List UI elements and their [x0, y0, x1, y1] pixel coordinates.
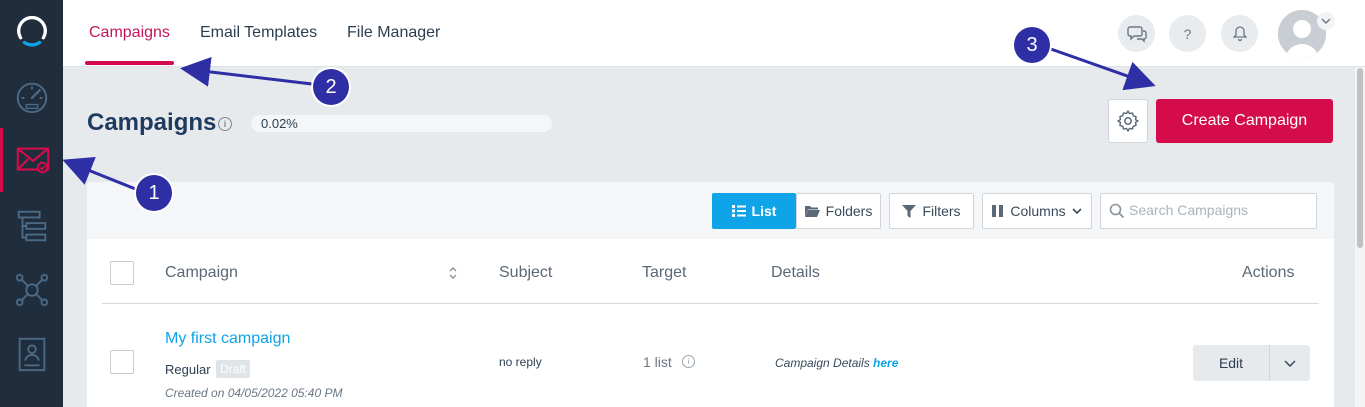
campaign-subject: no reply — [499, 355, 542, 369]
campaign-name-link[interactable]: My first campaign — [165, 330, 290, 348]
annotation-marker-2: 2 — [313, 69, 349, 105]
campaign-mail-icon — [16, 147, 50, 174]
row-checkbox[interactable] — [110, 350, 134, 374]
gear-icon — [1117, 110, 1139, 132]
usage-progress-bar: 0.02% — [251, 115, 552, 132]
page-scrollbar-thumb[interactable] — [1357, 68, 1363, 248]
sidebar-item-campaigns[interactable] — [0, 128, 63, 192]
sidebar-item-contacts[interactable] — [0, 322, 63, 386]
app-logo[interactable] — [0, 0, 63, 64]
campaign-details-link[interactable]: here — [873, 356, 898, 370]
campaign-type: Regular — [165, 362, 211, 377]
columns-dropdown[interactable]: Columns — [982, 193, 1092, 229]
columns-label: Columns — [1010, 203, 1066, 219]
campaigns-toolbar: List Folders Filters Columns — [87, 182, 1334, 239]
chevron-down-icon — [1072, 208, 1082, 214]
page-title: Campaigns — [87, 109, 217, 136]
automation-flow-icon — [17, 210, 46, 242]
tab-file-manager[interactable]: File Manager — [347, 24, 440, 42]
search-icon — [1109, 203, 1125, 219]
sidebar-item-dashboard[interactable] — [0, 64, 63, 128]
row-actions: Edit — [1193, 345, 1310, 381]
folders-view-button[interactable]: Folders — [796, 193, 881, 229]
filter-icon — [902, 204, 917, 218]
folder-open-icon — [804, 206, 820, 217]
annotation-marker-1: 1 — [136, 175, 172, 211]
search-input[interactable] — [1129, 202, 1309, 218]
bell-icon — [1232, 25, 1247, 41]
column-header-details: Details — [771, 264, 820, 281]
list-view-label: List — [751, 203, 777, 219]
chevron-down-icon — [1284, 359, 1296, 367]
dashboard-gauge-icon — [16, 82, 47, 114]
column-header-actions: Actions — [1242, 264, 1295, 281]
sort-icon[interactable] — [448, 266, 458, 280]
columns-icon — [992, 205, 1004, 217]
usage-progress-label: 0.02% — [261, 116, 298, 131]
info-icon[interactable]: i — [218, 117, 232, 131]
folders-view-label: Folders — [825, 203, 873, 219]
filters-button[interactable]: Filters — [889, 193, 974, 229]
active-tab-indicator — [85, 61, 174, 65]
campaign-details-text: Campaign Details — [775, 356, 874, 370]
create-campaign-button[interactable]: Create Campaign — [1156, 99, 1333, 143]
campaigns-card: List Folders Filters Columns Search Camp… — [87, 182, 1334, 407]
filters-label: Filters — [922, 203, 961, 219]
network-hub-icon — [15, 273, 48, 307]
settings-button[interactable] — [1108, 99, 1148, 143]
target-info-icon[interactable]: i — [682, 355, 695, 368]
search-box[interactable] — [1100, 193, 1317, 229]
tab-email-templates[interactable]: Email Templates — [200, 24, 317, 42]
row-actions-dropdown[interactable] — [1270, 345, 1310, 381]
campaign-details: Campaign Details here — [775, 356, 898, 370]
sidebar — [0, 0, 63, 407]
account-menu-toggle[interactable] — [1317, 12, 1335, 30]
list-icon — [731, 205, 746, 217]
list-view-button[interactable]: List — [712, 193, 796, 229]
campaign-created-date: Created on 04/05/2022 05:40 PM — [165, 386, 343, 400]
status-badge: Draft — [216, 360, 251, 378]
column-header-target: Target — [642, 264, 687, 281]
edit-button[interactable]: Edit — [1193, 345, 1270, 381]
annotation-marker-3: 3 — [1014, 27, 1050, 63]
top-nav-bar: Campaigns Email Templates File Manager ? — [63, 0, 1365, 67]
column-header-subject: Subject — [499, 264, 553, 281]
help-button[interactable]: ? — [1169, 15, 1206, 52]
select-all-checkbox[interactable] — [110, 261, 134, 285]
contacts-card-icon — [18, 337, 45, 372]
tab-campaigns[interactable]: Campaigns — [89, 24, 170, 42]
header-divider — [102, 303, 1319, 304]
campaign-target: 1 list — [643, 354, 672, 370]
notifications-button[interactable] — [1221, 15, 1258, 52]
chevron-down-icon — [1321, 18, 1331, 24]
help-icon: ? — [1183, 25, 1192, 42]
logo-ring-icon — [16, 15, 47, 47]
sidebar-item-automation[interactable] — [0, 194, 63, 258]
sidebar-item-connections[interactable] — [0, 258, 63, 322]
chat-icon — [1126, 25, 1147, 43]
column-header-campaign[interactable]: Campaign — [165, 264, 238, 282]
chat-button[interactable] — [1118, 15, 1155, 52]
